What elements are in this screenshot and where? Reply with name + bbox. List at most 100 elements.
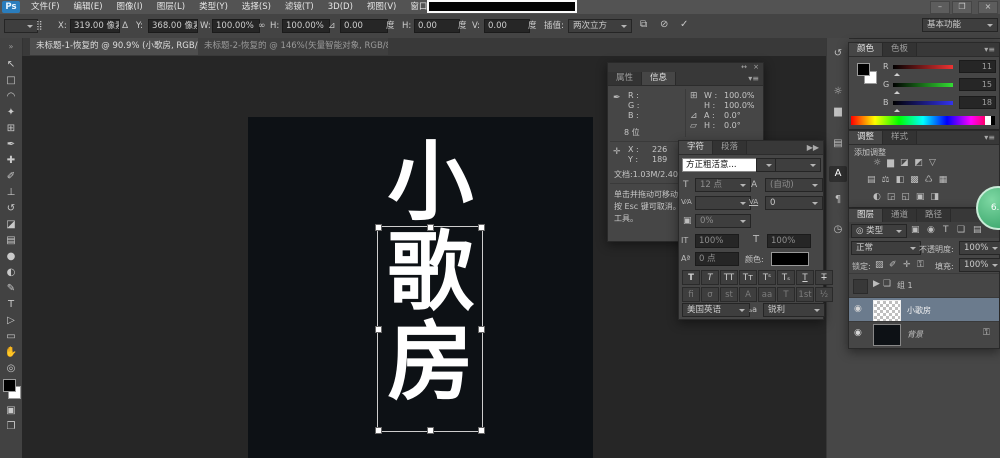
minimize-button[interactable]: – [930, 1, 950, 14]
b-slider-track[interactable] [893, 101, 953, 105]
discretionary-ligatures-button[interactable]: st [720, 287, 738, 302]
handle-bottom-center[interactable] [427, 427, 434, 434]
leading-select[interactable]: (自动) [765, 178, 823, 192]
transform-bounding-box[interactable] [377, 226, 483, 432]
info-close-icon[interactable]: × [753, 63, 759, 71]
shape-tool[interactable]: ▭ [0, 328, 22, 344]
menu-layer[interactable]: 图层(L) [150, 0, 192, 14]
ligatures-button[interactable]: fi [682, 287, 700, 302]
layer-row-selected[interactable]: ◉ 小歌房 [849, 297, 999, 322]
faux-italic-button[interactable]: T [701, 270, 719, 285]
underline-button[interactable]: T [796, 270, 814, 285]
tab-info[interactable]: 信息 [642, 72, 676, 85]
titling-alternates-button[interactable]: T [777, 287, 795, 302]
x-field[interactable]: 319.00 像素 [70, 19, 120, 33]
menu-type[interactable]: 类型(Y) [192, 0, 235, 14]
font-family-input[interactable]: 方正粗活意... [682, 158, 758, 172]
contextual-alternates-button[interactable]: σ [701, 287, 719, 302]
quick-selection-tool[interactable]: ✦ [0, 104, 22, 120]
crop-tool[interactable]: ⊞ [0, 120, 22, 136]
reference-point-icon[interactable]: ⣿ [36, 20, 43, 32]
g-slider-thumb[interactable] [894, 88, 900, 94]
filter-adjustment-layers-icon[interactable]: ◉ [927, 225, 935, 235]
ordinals-button[interactable]: 1st [796, 287, 814, 302]
horizontal-scale-field[interactable]: 100% [767, 234, 811, 248]
levels-icon[interactable]: ▆ [887, 158, 894, 168]
warp-mode-icon[interactable]: ⧉ [640, 19, 647, 31]
font-style-select[interactable] [775, 158, 821, 172]
menu-filter[interactable]: 滤镜(T) [278, 0, 321, 14]
history-brush-tool[interactable]: ↺ [0, 200, 22, 216]
group-name[interactable]: 组 1 [897, 280, 913, 291]
hand-tool[interactable]: ✋ [0, 344, 22, 360]
superscript-button[interactable]: Tˢ [758, 270, 776, 285]
r-slider-track[interactable] [893, 65, 953, 69]
pen-tool[interactable]: ✎ [0, 280, 22, 296]
screen-mode-button[interactable]: ❐ [0, 418, 22, 434]
commit-transform-icon[interactable]: ✓ [680, 19, 688, 31]
opacity-select[interactable]: 100% [959, 241, 1000, 255]
close-button[interactable]: × [978, 1, 998, 14]
healing-brush-tool[interactable]: ✚ [0, 152, 22, 168]
black-white-icon[interactable]: ◧ [896, 175, 905, 185]
tool-preset-picker[interactable] [4, 19, 38, 33]
tab-character[interactable]: 字符 [679, 141, 713, 154]
curves-icon[interactable]: ◪ [900, 158, 909, 168]
tracking-select[interactable]: 0 [765, 196, 823, 210]
swash-button[interactable]: A [739, 287, 757, 302]
handle-top-right[interactable] [478, 224, 485, 231]
g-value-field[interactable]: 15 [959, 78, 996, 91]
marquee-tool[interactable]: □ [0, 72, 22, 88]
link-dimensions-icon[interactable]: ∞ [258, 20, 266, 32]
kerning-select[interactable] [695, 196, 751, 210]
handle-top-center[interactable] [427, 224, 434, 231]
vskew-field[interactable]: 0.00 [484, 19, 530, 33]
handle-mid-right[interactable] [478, 326, 485, 333]
clone-stamp-tool[interactable]: ⊥ [0, 184, 22, 200]
foreground-color-swatch[interactable] [3, 379, 16, 392]
brightness-contrast-icon[interactable]: ☼ [873, 158, 881, 168]
gradient-tool[interactable]: ▤ [0, 232, 22, 248]
font-family-dropdown[interactable] [756, 158, 777, 172]
timeline-panel-icon[interactable]: ◷ [829, 222, 847, 238]
tab-styles[interactable]: 样式 [883, 131, 917, 144]
tab-adjustments[interactable]: 调整 [849, 131, 883, 144]
layer2-name[interactable]: 背景 [907, 329, 923, 340]
threshold-icon[interactable]: ◱ [901, 192, 910, 202]
hskew-field[interactable]: 0.00 [414, 19, 460, 33]
b-value-field[interactable]: 18 [959, 96, 996, 109]
menu-edit[interactable]: 编辑(E) [67, 0, 110, 14]
info-collapse-icon[interactable]: ↔ [741, 63, 747, 71]
layer-row-background[interactable]: ◉ 背景 ⚿ [849, 321, 999, 346]
antialias-select[interactable]: 锐利 [763, 303, 825, 317]
small-caps-button[interactable]: Tᴛ [739, 270, 757, 285]
g-slider-track[interactable] [893, 83, 953, 87]
history-panel-icon[interactable]: ↺ [829, 46, 847, 62]
tab-properties[interactable]: 属性 [608, 72, 642, 85]
gradient-map-icon[interactable]: ◨ [930, 192, 939, 202]
histogram-panel-icon[interactable]: ▆ [829, 104, 847, 120]
vibrance-icon[interactable]: ▽ [929, 158, 936, 168]
menu-3d[interactable]: 3D(D) [321, 0, 360, 14]
toolbar-collapse[interactable]: » [0, 38, 23, 56]
brush-tool[interactable]: ✐ [0, 168, 22, 184]
filter-pixel-layers-icon[interactable]: ▣ [911, 225, 920, 235]
menu-view[interactable]: 视图(V) [360, 0, 403, 14]
layer2-thumbnail[interactable] [873, 324, 901, 346]
restore-button[interactable]: ❐ [952, 1, 972, 14]
adjustments-panel-icon[interactable]: ☼ [829, 84, 847, 100]
h-field[interactable]: 100.00% [282, 19, 330, 33]
posterize-icon[interactable]: ◲ [887, 192, 896, 202]
hue-saturation-icon[interactable]: ▤ [867, 175, 876, 185]
move-tool[interactable]: ↖ [0, 56, 22, 72]
info-panel-menu-icon[interactable]: ▾≡ [748, 72, 763, 85]
lock-all-icon[interactable]: ⚿ [917, 260, 924, 270]
tsume-select[interactable]: 0% [695, 214, 751, 228]
layer-comps-panel-icon[interactable]: ▤ [829, 136, 847, 152]
invert-icon[interactable]: ◐ [873, 192, 881, 202]
handle-bottom-right[interactable] [478, 427, 485, 434]
language-select[interactable]: 美国英语 [682, 303, 750, 317]
tab-layers[interactable]: 图层 [849, 209, 883, 222]
menu-select[interactable]: 选择(S) [235, 0, 278, 14]
stylistic-alternates-button[interactable]: aa [758, 287, 776, 302]
